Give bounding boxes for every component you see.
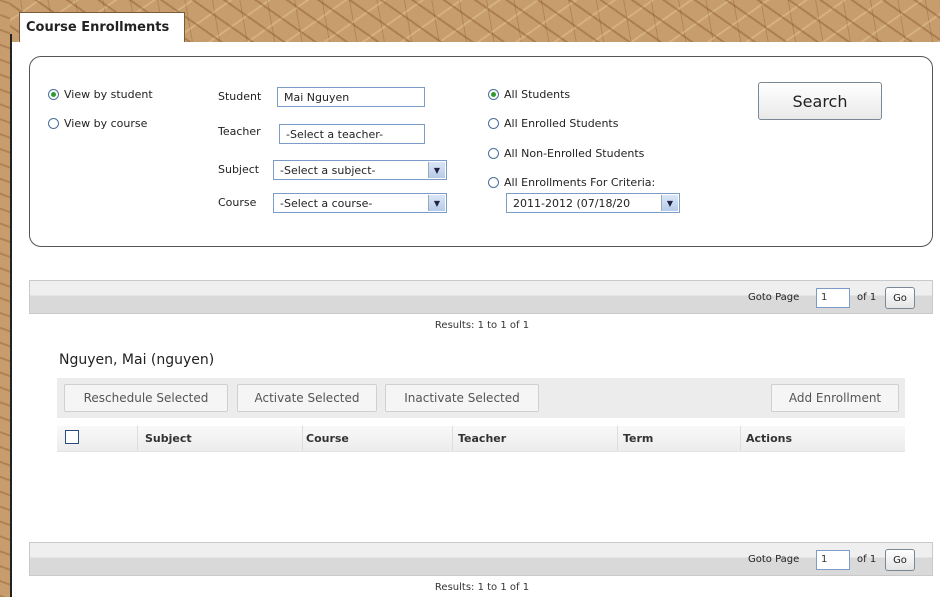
column-term[interactable]: Term	[623, 432, 653, 445]
radio-view-by-student[interactable]	[48, 89, 59, 100]
page-number-input[interactable]: 1	[816, 550, 850, 570]
inactivate-selected-button[interactable]: Inactivate Selected	[385, 384, 539, 412]
results-count: Results: 1 to 1 of 1	[434, 582, 530, 593]
column-divider	[137, 426, 138, 451]
column-divider	[302, 426, 303, 451]
all-non-enrolled-label: All Non-Enrolled Students	[504, 147, 645, 160]
course-select-value: -Select a course-	[280, 197, 373, 210]
add-enrollment-button[interactable]: Add Enrollment	[771, 384, 899, 412]
radio-all-students[interactable]	[488, 89, 499, 100]
all-students-option[interactable]: All Students	[488, 88, 570, 101]
page-number-input[interactable]: 1	[816, 288, 850, 308]
content-left-border	[10, 34, 12, 597]
radio-all-non-enrolled[interactable]	[488, 148, 499, 159]
reschedule-selected-button[interactable]: Reschedule Selected	[64, 384, 228, 412]
view-by-student-option[interactable]: View by student	[48, 88, 153, 101]
all-students-label: All Students	[504, 88, 571, 101]
column-course[interactable]: Course	[306, 432, 349, 445]
column-divider	[617, 426, 618, 451]
goto-page-label: Goto Page	[748, 554, 800, 565]
column-subject[interactable]: Subject	[145, 432, 192, 445]
enrollments-table-header: Subject Course Teacher Term Actions	[57, 426, 905, 452]
pager-bottom: Goto Page 1 of 1 Go	[29, 542, 933, 576]
go-button[interactable]: Go	[885, 549, 915, 571]
student-heading: Nguyen, Mai (nguyen)	[59, 352, 215, 368]
all-enrolled-label: All Enrolled Students	[504, 117, 619, 130]
activate-selected-button[interactable]: Activate Selected	[237, 384, 377, 412]
teacher-label: Teacher	[218, 125, 261, 138]
view-by-course-option[interactable]: View by course	[48, 117, 147, 130]
select-all-checkbox[interactable]	[65, 430, 79, 444]
teacher-select-value: -Select a teacher-	[286, 128, 384, 141]
tab-course-enrollments[interactable]: Course Enrollments	[19, 12, 185, 42]
subject-label: Subject	[218, 163, 260, 176]
search-button[interactable]: Search	[758, 82, 882, 120]
left-texture	[0, 0, 10, 597]
column-divider	[740, 426, 741, 451]
course-label: Course	[218, 196, 257, 209]
student-input[interactable]: Mai Nguyen	[277, 87, 425, 107]
radio-all-enrolled[interactable]	[488, 118, 499, 129]
all-enrollments-criteria-option[interactable]: All Enrollments For Criteria:	[488, 176, 655, 189]
page-total-label: of 1	[857, 292, 877, 303]
view-by-student-label: View by student	[64, 88, 153, 101]
term-select-value: 2011-2012 (07/18/20	[513, 197, 631, 210]
all-non-enrolled-option[interactable]: All Non-Enrolled Students	[488, 147, 644, 160]
radio-all-enrollments-criteria[interactable]	[488, 177, 499, 188]
subject-select[interactable]: -Select a subject- ▼	[273, 160, 447, 180]
all-enrollments-criteria-label: All Enrollments For Criteria:	[504, 176, 656, 189]
teacher-select[interactable]: -Select a teacher-	[279, 124, 425, 144]
pager-top: Goto Page 1 of 1 Go	[29, 280, 933, 314]
radio-view-by-course[interactable]	[48, 118, 59, 129]
view-by-course-label: View by course	[64, 117, 148, 130]
column-actions: Actions	[746, 432, 792, 445]
column-divider	[452, 426, 453, 451]
chevron-down-icon[interactable]: ▼	[428, 162, 445, 178]
goto-page-label: Goto Page	[748, 292, 800, 303]
go-button[interactable]: Go	[885, 287, 915, 309]
term-select[interactable]: 2011-2012 (07/18/20 ▼	[506, 193, 680, 213]
student-label: Student	[218, 90, 262, 103]
results-count: Results: 1 to 1 of 1	[434, 320, 530, 331]
course-select[interactable]: -Select a course- ▼	[273, 193, 447, 213]
page-total-label: of 1	[857, 554, 877, 565]
chevron-down-icon[interactable]: ▼	[661, 195, 678, 211]
column-teacher[interactable]: Teacher	[458, 432, 506, 445]
action-toolbar: Reschedule Selected Activate Selected In…	[57, 378, 905, 418]
all-enrolled-option[interactable]: All Enrolled Students	[488, 117, 618, 130]
subject-select-value: -Select a subject-	[280, 164, 376, 177]
chevron-down-icon[interactable]: ▼	[428, 195, 445, 211]
